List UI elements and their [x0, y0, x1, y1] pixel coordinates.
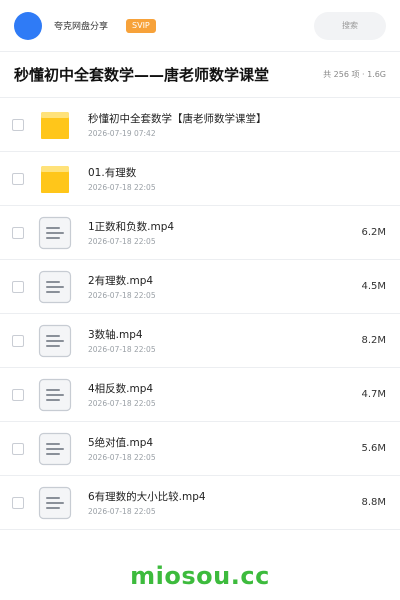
file-row[interactable]: 4相反数.mp4 2026-07-18 22:05 4.7M [0, 368, 400, 422]
row-checkbox[interactable] [12, 496, 24, 509]
file-date: 2026-07-18 22:05 [88, 506, 156, 516]
watermark: miosou.cc [130, 562, 270, 590]
row-checkbox[interactable] [12, 442, 24, 455]
file-date: 2026-07-18 22:05 [88, 182, 156, 192]
svip-badge: SVIP [126, 18, 156, 33]
file-date: 2026-07-18 22:05 [88, 398, 156, 408]
file-info: 5绝对值.mp4 2026-07-18 22:05 [88, 436, 156, 462]
file-icon [38, 432, 72, 466]
file-info: 4相反数.mp4 2026-07-18 22:05 [88, 382, 156, 408]
file-name: 3数轴.mp4 [88, 328, 143, 341]
file-row[interactable]: 6有理数的大小比较.mp4 2026-07-18 22:05 8.8M [0, 476, 400, 530]
row-checkbox[interactable] [12, 388, 24, 401]
file-name: 1正数和负数.mp4 [88, 220, 175, 233]
file-size: 4.7M [361, 389, 386, 400]
folder-header: 秒懂初中全套数学——唐老师数学课堂 共 256 项 · 1.6G [0, 52, 400, 98]
file-size: 8.2M [361, 335, 386, 346]
file-date: 2026-07-18 22:05 [88, 344, 156, 354]
file-info: 01.有理数 2026-07-18 22:05 [88, 166, 156, 192]
file-icon [38, 486, 72, 520]
file-row[interactable]: 5绝对值.mp4 2026-07-18 22:05 5.6M [0, 422, 400, 476]
file-size: 5.6M [361, 443, 386, 454]
file-size: 8.8M [361, 497, 386, 508]
avatar[interactable] [14, 11, 42, 40]
file-icon [38, 378, 72, 412]
file-row[interactable]: 秒懂初中全套数学【唐老师数学课堂】 2026-07-19 07:42 [0, 98, 400, 152]
file-name: 6有理数的大小比较.mp4 [88, 490, 206, 503]
file-size: 6.2M [361, 227, 386, 238]
row-checkbox[interactable] [12, 118, 24, 131]
file-name: 4相反数.mp4 [88, 382, 154, 395]
file-name: 秒懂初中全套数学【唐老师数学课堂】 [88, 112, 267, 125]
file-row[interactable]: 01.有理数 2026-07-18 22:05 [0, 152, 400, 206]
file-date: 2026-07-18 22:05 [88, 452, 156, 462]
folder-icon [38, 108, 72, 142]
file-date: 2026-07-19 07:42 [88, 128, 156, 138]
file-info: 2有理数.mp4 2026-07-18 22:05 [88, 274, 156, 300]
row-checkbox[interactable] [12, 334, 24, 347]
file-info: 6有理数的大小比较.mp4 2026-07-18 22:05 [88, 490, 206, 516]
top-bar: 夸克网盘分享 SVIP 搜索 [0, 0, 400, 52]
search-input[interactable]: 搜索 [314, 11, 386, 40]
file-info: 3数轴.mp4 2026-07-18 22:05 [88, 328, 156, 354]
file-name: 2有理数.mp4 [88, 274, 154, 287]
file-icon [38, 216, 72, 250]
page-title: 秒懂初中全套数学——唐老师数学课堂 [14, 66, 270, 84]
file-name: 5绝对值.mp4 [88, 436, 154, 449]
file-icon [38, 270, 72, 304]
file-info: 秒懂初中全套数学【唐老师数学课堂】 2026-07-19 07:42 [88, 112, 267, 138]
file-info: 1正数和负数.mp4 2026-07-18 22:05 [88, 220, 174, 246]
folder-meta: 共 256 项 · 1.6G [323, 70, 386, 79]
file-date: 2026-07-18 22:05 [88, 236, 156, 246]
file-row[interactable]: 2有理数.mp4 2026-07-18 22:05 4.5M [0, 260, 400, 314]
folder-icon [38, 162, 72, 196]
file-name: 01.有理数 [88, 166, 137, 179]
file-row[interactable]: 1正数和负数.mp4 2026-07-18 22:05 6.2M [0, 206, 400, 260]
username: 夸克网盘分享 [54, 22, 109, 32]
row-checkbox[interactable] [12, 226, 24, 239]
file-list: 秒懂初中全套数学【唐老师数学课堂】 2026-07-19 07:42 01.有理数 2… [0, 98, 400, 530]
file-size: 4.5M [361, 281, 386, 292]
row-checkbox[interactable] [12, 280, 24, 293]
file-date: 2026-07-18 22:05 [88, 290, 156, 300]
file-icon [38, 324, 72, 358]
row-checkbox[interactable] [12, 172, 24, 185]
file-row[interactable]: 3数轴.mp4 2026-07-18 22:05 8.2M [0, 314, 400, 368]
